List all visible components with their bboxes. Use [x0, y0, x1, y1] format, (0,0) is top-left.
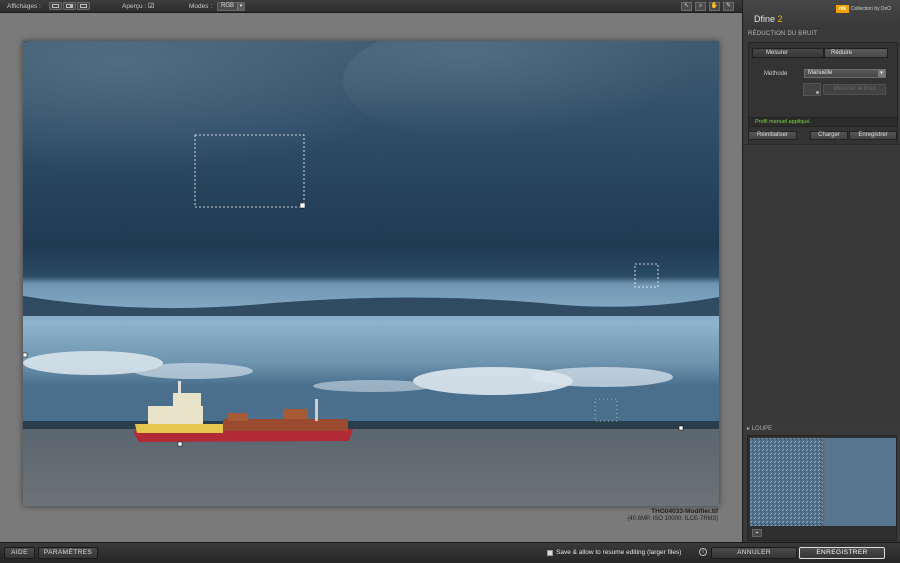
- save-button[interactable]: ENREGISTRER: [799, 547, 885, 559]
- photo-image: [23, 41, 719, 506]
- modes-label: Modes :: [189, 3, 213, 10]
- side-by-side-view-button[interactable]: [77, 2, 90, 10]
- top-toolbar: Affichages : Aperçu : ☑ Modes : RGB ▾ ↖ …: [0, 0, 742, 13]
- single-view-icon: [52, 4, 59, 8]
- add-point-button[interactable]: [803, 83, 821, 96]
- zoom-tool-icon[interactable]: ⌕: [695, 2, 706, 11]
- preview-checkbox-icon[interactable]: ☑: [148, 2, 154, 10]
- status-message: Profil manuel appliqué.: [748, 117, 898, 127]
- chevron-down-icon: ▾: [878, 70, 885, 77]
- help-button[interactable]: AIDE: [4, 547, 35, 559]
- settings-button[interactable]: PARAMÈTRES: [38, 547, 98, 559]
- nik-logo-icon: nik: [836, 5, 849, 13]
- photo-preview[interactable]: [23, 41, 719, 506]
- section-title: RÉDUCTION DU BRUIT: [748, 31, 818, 37]
- loupe-header[interactable]: ▸ LOUPE: [747, 425, 772, 432]
- reset-button[interactable]: Réinitialiser: [748, 131, 797, 140]
- point-icon: [816, 91, 819, 94]
- hand-tool-icon[interactable]: ✋: [709, 2, 720, 11]
- collection-label: Collection by DxO: [851, 6, 892, 12]
- methode-label: Méthode: [764, 71, 788, 77]
- measure-noise-button[interactable]: Mesurer le bruit: [823, 84, 886, 95]
- loupe-pin-icon[interactable]: ⌖: [752, 529, 762, 537]
- image-canvas[interactable]: THG04033-Modifier.tif (40,6MP, ISO 10000…: [0, 13, 742, 542]
- mode-select[interactable]: RGB ▾: [217, 2, 245, 11]
- tab-mesurer[interactable]: Mesurer: [752, 48, 824, 58]
- tab-reduire[interactable]: Réduire: [824, 48, 888, 58]
- apercu-label: Aperçu :: [122, 3, 147, 10]
- loupe-image: [750, 438, 896, 526]
- save-profile-button[interactable]: Enregistrer: [849, 131, 897, 140]
- file-meta: (40,6MP, ISO 10000, ILCE-7RM3): [627, 516, 718, 522]
- brand-header: Dfine 2 nik Collection by DxO: [743, 0, 900, 29]
- app-version: 2: [777, 14, 783, 24]
- methode-select[interactable]: Manuelle ▾: [804, 69, 886, 78]
- control-point-icon[interactable]: [678, 425, 684, 431]
- affichages-label: Affichages :: [7, 3, 41, 10]
- file-info: THG04033-Modifier.tif (40,6MP, ISO 10000…: [500, 508, 718, 522]
- app-name: Dfine: [754, 14, 776, 24]
- panel-empty-area: [743, 144, 900, 422]
- file-name: THG04033-Modifier.tif: [651, 508, 718, 515]
- app-title: Dfine 2: [754, 14, 783, 24]
- cancel-button[interactable]: ANNULER: [711, 547, 797, 559]
- resize-handle-icon[interactable]: [299, 202, 306, 209]
- control-point-icon[interactable]: [177, 441, 183, 447]
- loupe-preview[interactable]: [750, 438, 896, 526]
- save-resume-checkbox[interactable]: [547, 550, 553, 556]
- loupe-panel: ⌖: [747, 435, 897, 541]
- single-view-button[interactable]: [49, 2, 62, 10]
- split-view-icon: [66, 4, 73, 8]
- load-button[interactable]: Charger: [810, 131, 848, 140]
- save-resume-label: Save & allow to resume editing (larger f…: [556, 549, 682, 556]
- side-by-side-view-icon: [80, 4, 87, 8]
- color-picker-icon[interactable]: ✎: [723, 2, 734, 11]
- right-panel: Dfine 2 nik Collection by DxO RÉDUCTION …: [742, 0, 900, 542]
- loupe-label: LOUPE: [751, 426, 773, 432]
- chevron-down-icon: ▾: [237, 3, 244, 10]
- mode-value: RGB: [221, 3, 235, 9]
- split-view-button[interactable]: [63, 2, 76, 10]
- info-icon[interactable]: i: [699, 548, 707, 556]
- methode-value: Manuelle: [808, 70, 833, 76]
- move-tool-icon[interactable]: ↖: [681, 2, 692, 11]
- bottom-bar: AIDE PARAMÈTRES Save & allow to resume e…: [0, 542, 900, 563]
- control-point-icon[interactable]: [23, 352, 28, 358]
